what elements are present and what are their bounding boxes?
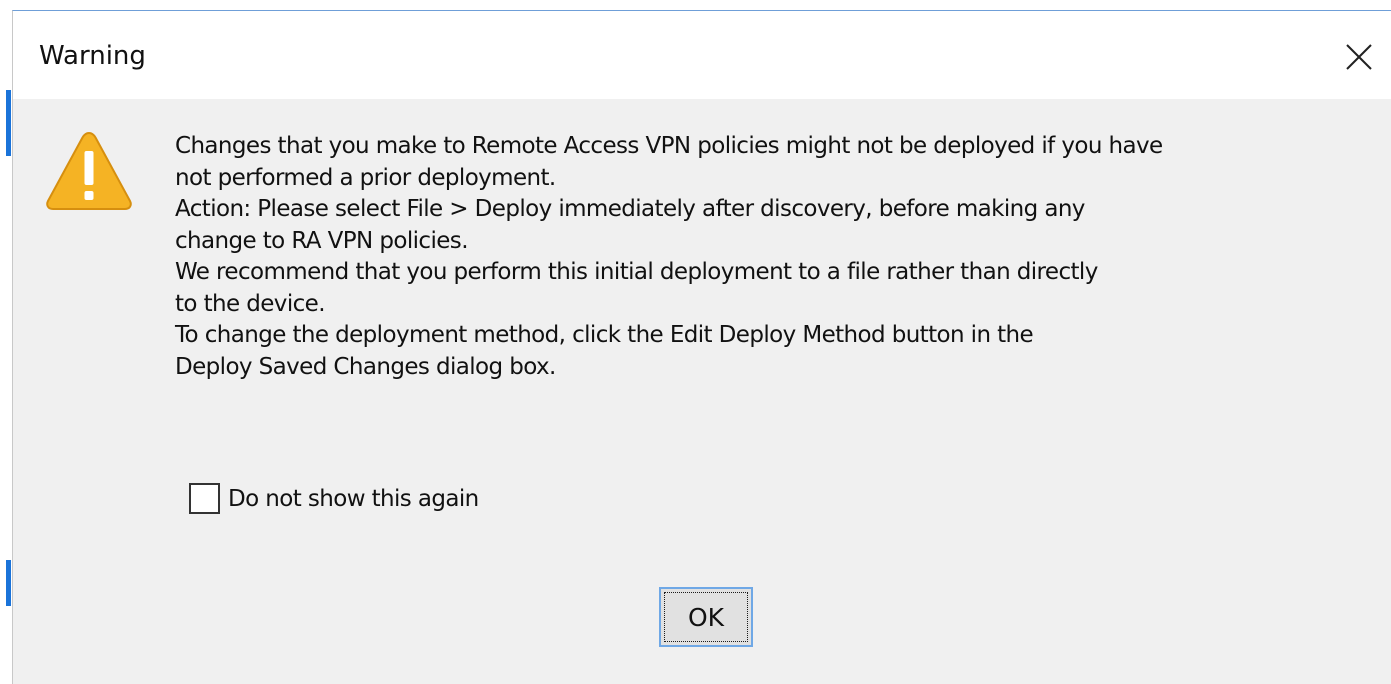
message-line: To change the deployment method, click t… — [175, 322, 1034, 348]
ok-button-label: OK — [664, 592, 748, 642]
background-accent-mark — [6, 90, 11, 156]
message-line: Action: Please select File > Deploy imme… — [175, 196, 1085, 222]
warning-triangle-icon — [45, 129, 133, 215]
background-accent-mark — [6, 560, 11, 606]
message-line: not performed a prior deployment. — [175, 164, 556, 191]
message-line: Deploy Saved Changes dialog box. — [175, 353, 556, 380]
do-not-show-again-checkbox[interactable] — [189, 483, 220, 514]
close-icon — [1346, 44, 1372, 70]
message-line: to the device. — [175, 290, 326, 317]
message-line: change to RA VPN policies. — [175, 227, 469, 254]
message-line: Changes that you make to Remote Access V… — [175, 133, 1163, 159]
dialog-title: Warning — [39, 41, 146, 71]
warning-message: Changes that you make to Remote Access V… — [175, 131, 1385, 383]
warning-dialog: Warning Changes that you make to Remote … — [12, 10, 1391, 684]
close-button[interactable] — [1341, 39, 1377, 75]
dialog-titlebar: Warning — [13, 11, 1391, 99]
ok-button[interactable]: OK — [659, 587, 753, 647]
do-not-show-again-option[interactable]: Do not show this again — [189, 483, 479, 514]
message-line: We recommend that you perform this initi… — [175, 259, 1098, 285]
checkbox-label[interactable]: Do not show this again — [228, 486, 479, 512]
background-window-edge — [0, 0, 12, 684]
